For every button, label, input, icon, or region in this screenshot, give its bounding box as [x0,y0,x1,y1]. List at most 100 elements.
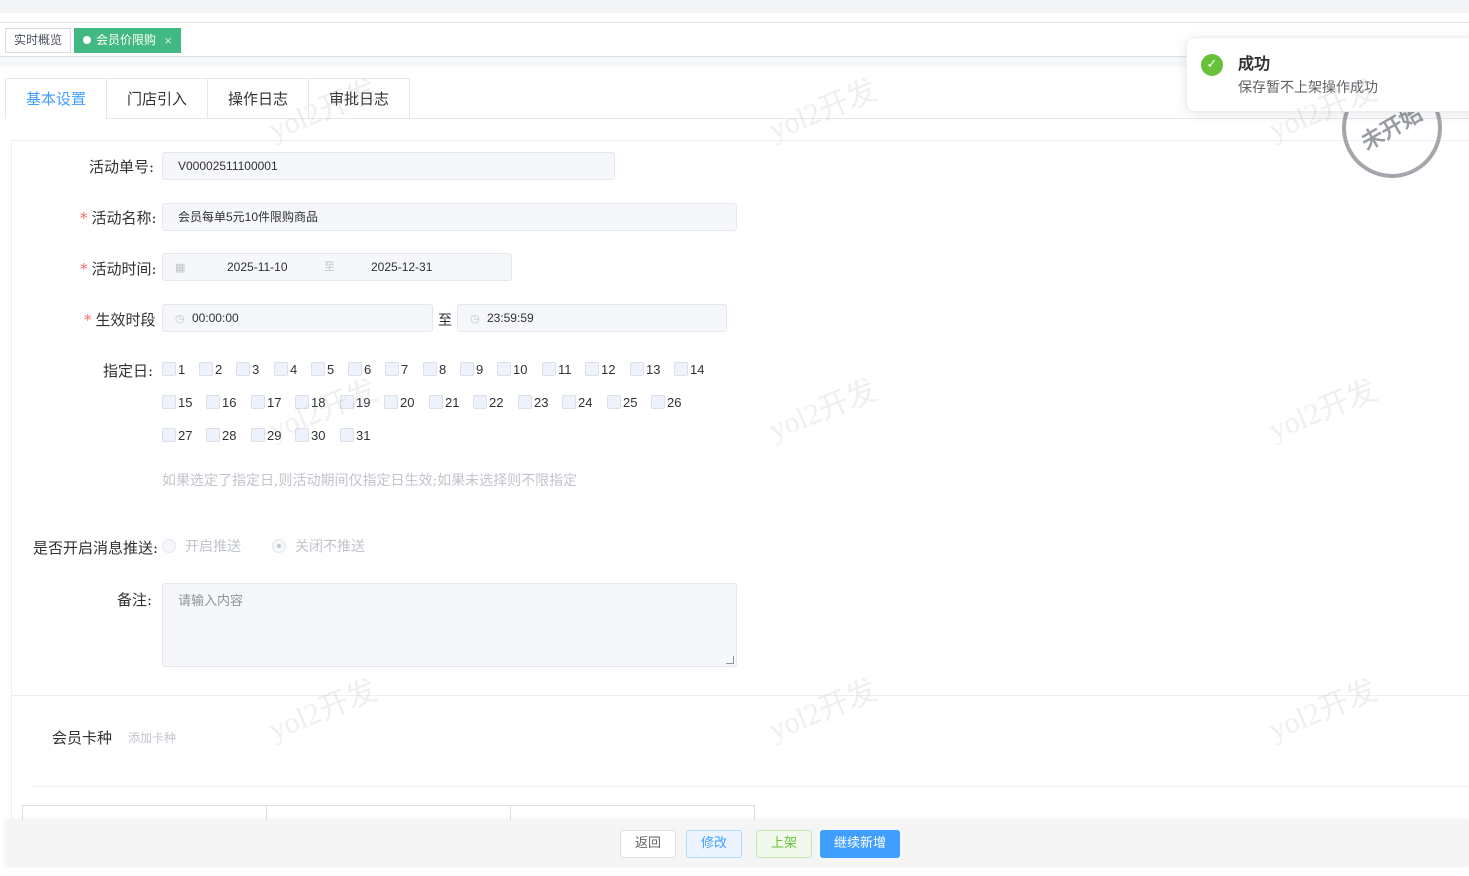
checkbox-box [384,395,398,409]
day-checkbox[interactable]: 13 [630,362,660,377]
checkbox-box [295,395,309,409]
checkbox-box [497,362,511,376]
tab-store-import[interactable]: 门店引入 [106,78,209,119]
day-checkbox[interactable]: 1 [162,362,185,377]
day-checkbox[interactable]: 28 [206,428,236,443]
day-checkbox[interactable]: 17 [251,395,281,410]
close-icon[interactable]: × [164,36,172,47]
day-checkbox-label: 28 [222,428,237,443]
day-checkbox[interactable]: 26 [651,395,681,410]
day-checkbox[interactable]: 21 [429,395,459,410]
day-checkbox[interactable]: 2 [199,362,222,377]
day-checkbox[interactable]: 7 [385,362,408,377]
day-checkbox-label: 10 [513,362,528,377]
list-button[interactable]: 上架 [756,830,812,858]
day-checkbox[interactable]: 3 [236,362,259,377]
watermark: yol2开发 [764,73,882,147]
checkbox-box [348,362,362,376]
checkbox-box [651,395,665,409]
activity-time-label: * 活动时间: [80,258,157,279]
day-checkbox[interactable]: 24 [562,395,592,410]
checkbox-box [460,362,474,376]
checkbox-box [630,362,644,376]
checkbox-box [236,362,250,376]
day-checkbox[interactable]: 5 [311,362,334,377]
day-checkbox[interactable]: 25 [607,395,637,410]
day-checkbox-label: 25 [623,395,638,410]
day-checkbox[interactable]: 10 [497,362,527,377]
period-label: * 生效时段 [84,309,156,330]
clock-icon: ◷ [175,313,185,325]
activity-no-label: 活动单号: [89,158,155,176]
day-checkbox-label: 3 [252,362,260,377]
day-checkbox-label: 2 [215,362,223,377]
checkbox-box [423,362,437,376]
start-date: 2025-11-10 [227,260,288,274]
period-label-text: 生效时段 [95,311,156,329]
required-mark: * [80,209,88,227]
push-on-radio[interactable]: 开启推送 [162,536,241,556]
radio-circle-checked [272,539,286,553]
remark-textarea[interactable]: 请输入内容 [162,583,737,667]
day-checkbox-label: 22 [489,395,504,410]
continue-add-button[interactable]: 继续新增 [820,830,900,858]
start-time-input[interactable]: ◷ 00:00:00 [162,304,433,332]
day-checkbox[interactable]: 29 [251,428,281,443]
checkbox-box [542,362,556,376]
day-checkbox[interactable]: 22 [473,395,503,410]
day-checkbox-label: 9 [476,362,484,377]
section-divider [31,786,1469,787]
day-checkbox[interactable]: 12 [585,362,615,377]
day-checkbox-label: 12 [601,362,616,377]
day-checkbox[interactable]: 20 [384,395,414,410]
day-checkbox-label: 18 [311,395,326,410]
day-checkbox[interactable]: 6 [348,362,371,377]
day-checkbox[interactable]: 16 [206,395,236,410]
clock-icon: ◷ [470,313,480,325]
page-tab-overview[interactable]: 实时概览 [5,28,72,53]
days-label: 指定日: [103,362,154,380]
day-checkbox-label: 26 [667,395,682,410]
resize-grip-icon[interactable] [726,656,734,664]
push-off-radio[interactable]: 关闭不推送 [272,536,365,556]
checkbox-box [162,362,176,376]
day-checkbox[interactable]: 27 [162,428,192,443]
member-card-title: 会员卡种 [52,729,113,747]
day-checkbox[interactable]: 11 [542,362,572,377]
day-checkbox[interactable]: 31 [340,428,370,443]
success-toast: ✓ 成功 保存暂不上架操作成功 [1186,37,1469,112]
section-tabs: 基本设置 门店引入 操作日志 审批日志 [5,78,411,119]
day-checkbox[interactable]: 18 [295,395,325,410]
day-checkbox-label: 30 [311,428,326,443]
checkbox-box [162,395,176,409]
day-checkbox[interactable]: 30 [295,428,325,443]
checkbox-box [340,395,354,409]
day-checkbox-label: 15 [178,395,193,410]
day-checkbox-label: 13 [646,362,661,377]
activity-name-input[interactable]: 会员每单5元10件限购商品 [162,203,737,231]
day-checkbox-label: 1 [178,362,186,377]
back-button[interactable]: 返回 [620,830,676,858]
tab-operation-log[interactable]: 操作日志 [207,78,310,119]
checkbox-box [674,362,688,376]
activity-no-input[interactable]: V00002511100001 [162,152,615,180]
push-off-label: 关闭不推送 [295,539,365,555]
add-card-type-link[interactable]: 添加卡种 [128,729,176,746]
day-checkbox[interactable]: 8 [423,362,446,377]
day-checkbox[interactable]: 14 [674,362,704,377]
day-checkbox[interactable]: 4 [274,362,297,377]
day-checkbox[interactable]: 19 [340,395,370,410]
push-label: 是否开启消息推送: [33,539,159,557]
day-checkbox[interactable]: 9 [460,362,483,377]
day-checkbox[interactable]: 23 [518,395,548,410]
day-checkbox-label: 14 [690,362,705,377]
page-tab-member-price[interactable]: 会员价限购 × [74,28,182,53]
tab-basic-settings[interactable]: 基本设置 [5,78,108,119]
end-time-input[interactable]: ◷ 23:59:59 [457,304,727,332]
tab-approval-log[interactable]: 审批日志 [308,78,411,119]
activity-date-range-picker[interactable]: ▦ 2025-11-10 至 2025-12-31 [162,253,512,281]
edit-button[interactable]: 修改 [686,830,742,858]
checkbox-box [199,362,213,376]
day-checkbox[interactable]: 15 [162,395,192,410]
checkbox-box [607,395,621,409]
